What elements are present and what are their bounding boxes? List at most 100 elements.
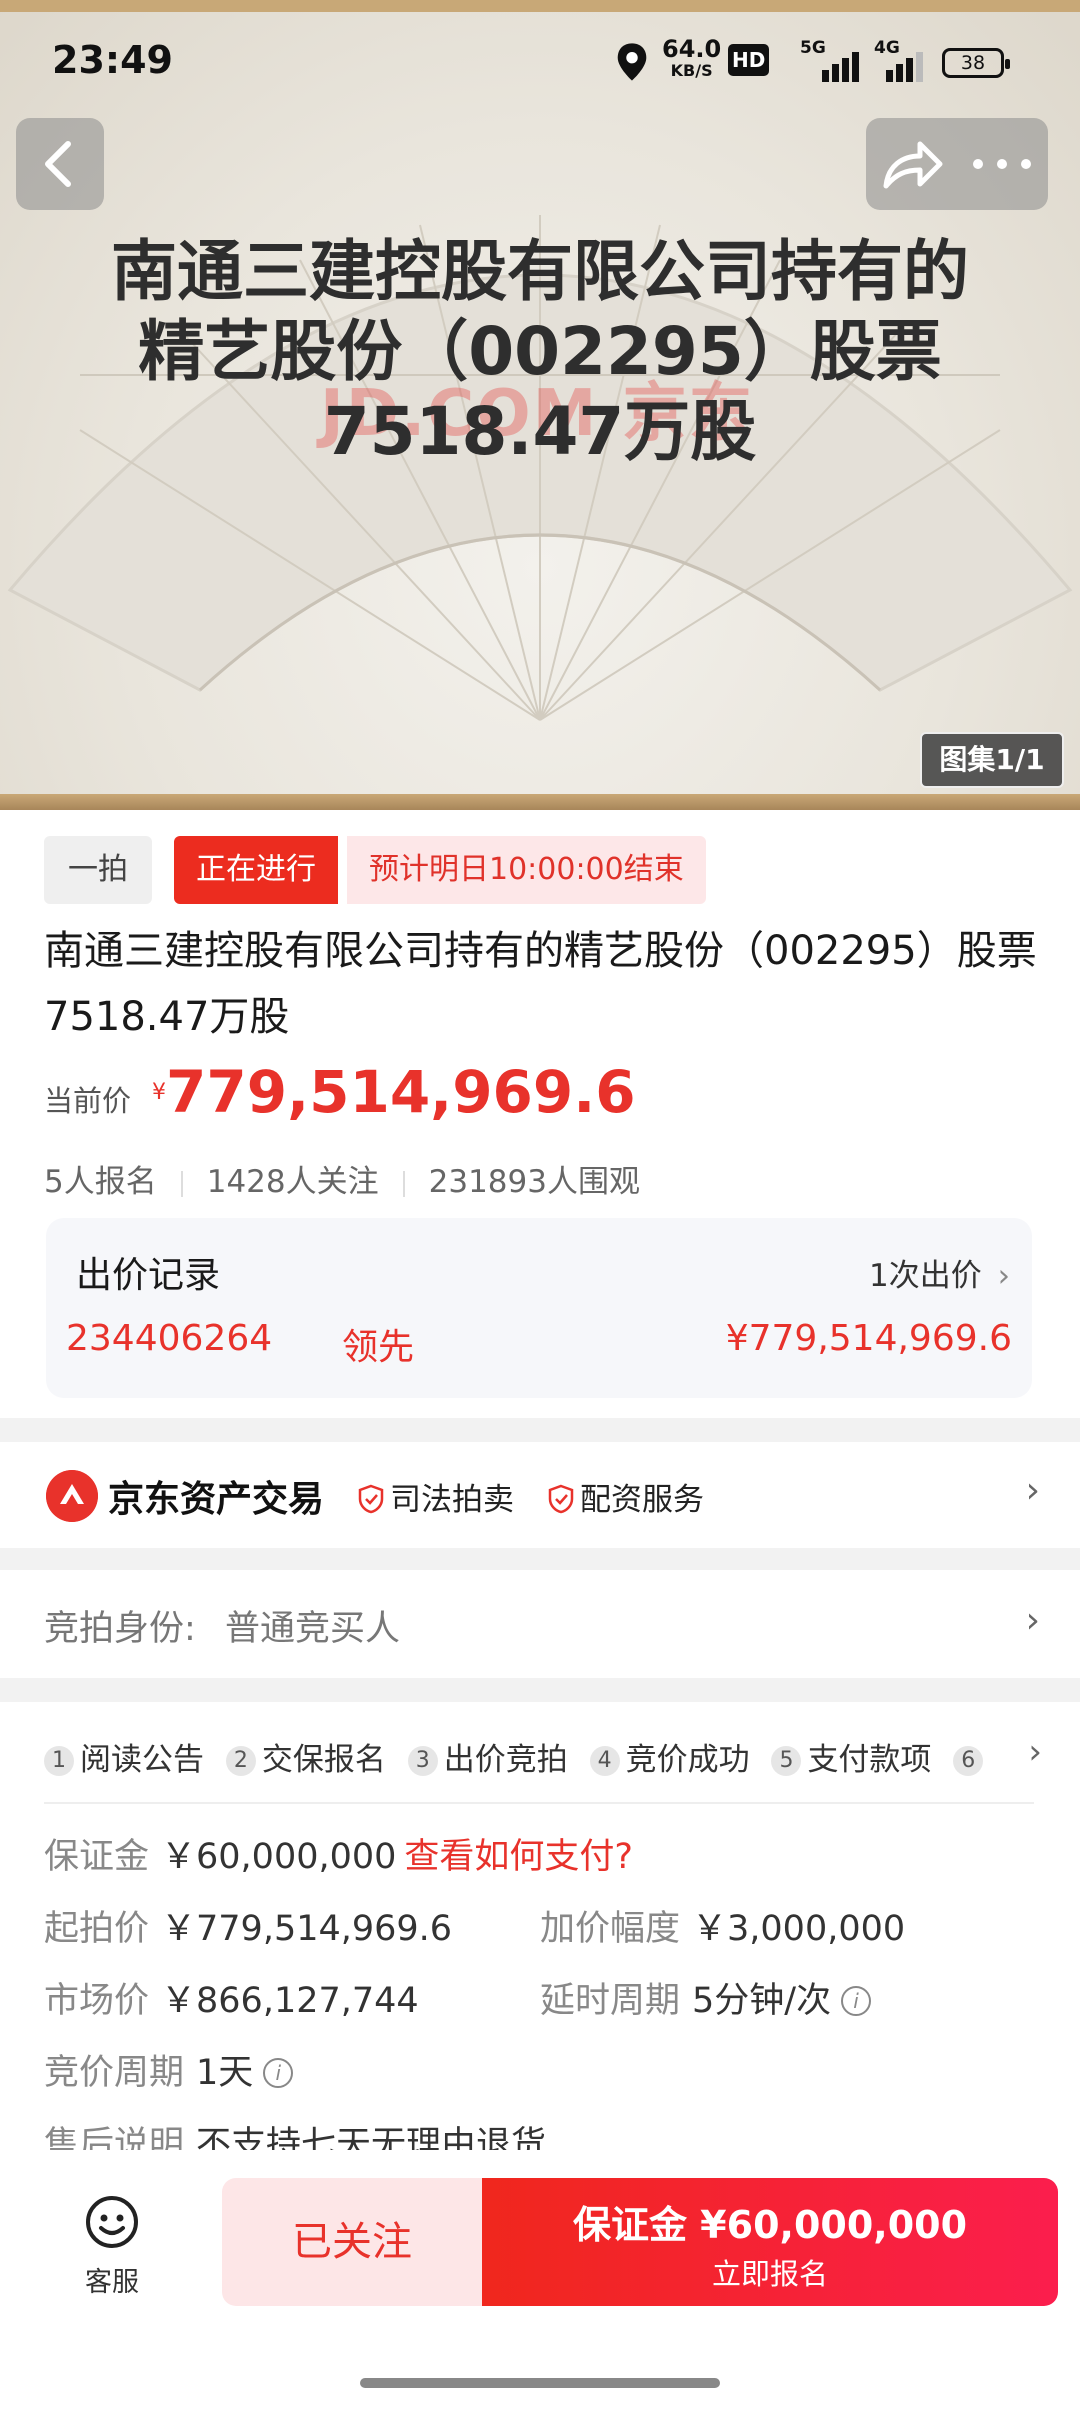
share-icon[interactable]: [878, 136, 944, 192]
jd-asset-logo-icon: [46, 1470, 98, 1522]
identity-label: 竞拍身份:: [44, 1609, 196, 1649]
divider: [44, 1802, 1034, 1804]
chevron-right-icon: ›: [1025, 1470, 1040, 1511]
signup-deposit-label: 保证金 ¥60,000,000: [572, 2203, 968, 2247]
net-speed-value: 64.0: [662, 35, 722, 63]
step-label: 竞价成功: [625, 1742, 750, 1778]
delay-value: 5分钟/次: [692, 1981, 832, 2021]
step-item: 6: [953, 1742, 989, 1778]
info-icon[interactable]: i: [263, 2058, 294, 2088]
financing-service-badge: 配资服务: [548, 1474, 704, 1519]
step-label: 支付款项: [807, 1742, 932, 1778]
chevron-right-icon: ›: [997, 1258, 1010, 1294]
process-steps[interactable]: 1 阅读公告 2 交保报名 3 出价竞拍 4 竞价成功 5 支付款项 6: [44, 1734, 1034, 1778]
status-time: 23:49: [52, 38, 173, 82]
step-item: 2 交保报名: [225, 1734, 386, 1778]
market-price-value: ￥866,127,744: [161, 1981, 419, 2021]
location-icon: [617, 43, 647, 81]
bid-record-panel[interactable]: 出价记录 1次出价 › 234406264 领先 ¥779,514,969.6: [46, 1218, 1032, 1398]
delay-label: 延时周期: [540, 1981, 681, 2021]
step-number: 3: [407, 1746, 438, 1776]
bidder-id: 234406264: [66, 1318, 273, 1359]
step-label: 阅读公告: [80, 1742, 204, 1778]
auction-round-tag: 一拍: [44, 836, 152, 904]
more-icon[interactable]: [970, 156, 1034, 172]
badge-label: 配资服务: [580, 1482, 704, 1518]
step-item: 3 出价竞拍: [407, 1734, 568, 1778]
customer-service-button[interactable]: 客服: [72, 2194, 152, 2299]
price-label: 当前价: [44, 1084, 132, 1118]
gallery-counter[interactable]: 图集1/1: [920, 732, 1064, 788]
bid-state: 领先: [342, 1327, 415, 1368]
badge-label: 司法拍卖: [390, 1482, 514, 1518]
stats-divider: [180, 1170, 183, 1197]
start-price-value: ￥779,514,969.6: [161, 1909, 453, 1949]
follower-count: 1428人关注: [206, 1164, 379, 1200]
signup-label: 立即报名: [711, 2257, 828, 2291]
market-price-row: 市场价 ￥866,127,744: [44, 1972, 419, 2023]
step-label: 交保报名: [261, 1742, 386, 1778]
bid-cycle-row: 竞价周期 1天 i: [44, 2044, 294, 2095]
bid-count: 1次出价: [869, 1258, 982, 1294]
start-price-label: 起拍价: [44, 1909, 150, 1949]
identity-text: 竞拍身份: 普通竞买人: [44, 1600, 400, 1651]
step-item: 1 阅读公告: [44, 1734, 204, 1778]
auction-info-card: 一拍 正在进行 预计明日10:00:00结束 南通三建控股有限公司持有的精艺股份…: [0, 810, 1080, 1418]
shield-check-icon: [548, 1484, 574, 1514]
step-item: 5 支付款项: [771, 1734, 931, 1778]
step-number: 5: [771, 1746, 802, 1776]
auction-stats: 5人报名 1428人关注 231893人围观: [44, 1156, 640, 1201]
chevron-right-icon: ›: [1025, 1600, 1040, 1641]
net-speed-unit: KB/S: [670, 61, 713, 80]
increment-row: 加价幅度 ￥3,000,000: [540, 1900, 905, 1951]
bid-record-title: 出价记录: [76, 1255, 221, 1296]
bid-count-link[interactable]: 1次出价 ›: [869, 1250, 1010, 1295]
seller-row[interactable]: 京东资产交易 司法拍卖 配资服务 ›: [0, 1442, 1080, 1548]
deposit-label: 保证金: [44, 1837, 150, 1877]
price-currency: ¥: [152, 1080, 166, 1105]
bid-cycle-label: 竞价周期: [44, 2053, 185, 2093]
bid-cycle-value: 1天: [196, 2053, 254, 2093]
back-button[interactable]: [16, 118, 104, 210]
step-number: 1: [44, 1746, 74, 1776]
banner-bottom-rule: [0, 794, 1080, 810]
followed-button[interactable]: 已关注: [222, 2178, 482, 2306]
share-more-group[interactable]: [866, 118, 1048, 210]
start-price-row: 起拍价 ￥779,514,969.6: [44, 1900, 452, 1951]
customer-service-label: 客服: [85, 2267, 139, 2298]
battery-icon: 38: [942, 48, 1010, 78]
info-icon[interactable]: i: [841, 1986, 872, 2016]
signal-icon-2: [886, 52, 923, 82]
bid-amount: ¥779,514,969.6: [725, 1318, 1012, 1359]
signup-count: 5人报名: [44, 1164, 157, 1200]
judicial-auction-badge: 司法拍卖: [358, 1474, 514, 1519]
auction-status-tag: 正在进行: [174, 836, 338, 904]
step-label: 出价竞拍: [443, 1742, 568, 1778]
hero-title-line3: 7518.47万股: [323, 393, 757, 470]
step-item: 4 竞价成功: [589, 1734, 750, 1778]
signal-icon: [822, 52, 859, 82]
step-number: 6: [953, 1746, 984, 1776]
signup-button[interactable]: 保证金 ¥60,000,000 立即报名: [482, 2178, 1058, 2306]
home-indicator[interactable]: [360, 2378, 720, 2388]
status-bar: 23:49 64.0 KB/S HD 5G 4G 38: [0, 0, 1080, 120]
seller-name: 京东资产交易: [108, 1479, 325, 1520]
view-count: 231893人围观: [428, 1164, 640, 1200]
current-price: 779,514,969.6: [166, 1058, 636, 1126]
step-number: 4: [589, 1746, 620, 1776]
identity-value: 普通竞买人: [224, 1609, 400, 1649]
shield-check-icon: [358, 1484, 384, 1514]
increment-value: ￥3,000,000: [692, 1909, 906, 1949]
chevron-right-icon[interactable]: ›: [1028, 1732, 1042, 1772]
increment-label: 加价幅度: [540, 1909, 681, 1949]
deposit-value: ￥60,000,000: [161, 1837, 397, 1877]
step-number: 2: [225, 1746, 256, 1776]
delay-row: 延时周期 5分钟/次 i: [540, 1972, 872, 2023]
deposit-row: 保证金 ￥60,000,000 查看如何支付?: [44, 1828, 633, 1879]
hd-icon: HD: [728, 44, 770, 76]
how-to-pay-link[interactable]: 查看如何支付?: [404, 1837, 633, 1877]
auction-end-tag: 预计明日10:00:00结束: [347, 836, 706, 904]
smile-icon: [86, 2196, 138, 2248]
net-speed: 64.0 KB/S: [662, 35, 722, 82]
bidder-identity-row[interactable]: 竞拍身份: 普通竞买人 ›: [0, 1570, 1080, 1678]
